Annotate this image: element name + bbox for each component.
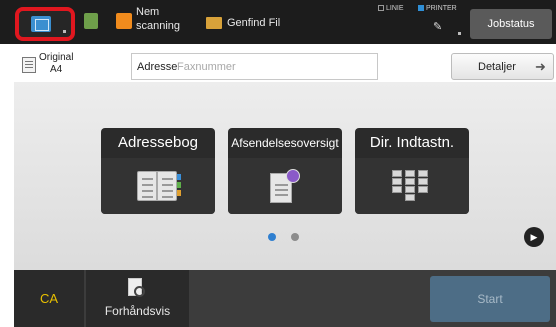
status-dot-icon [458, 32, 461, 35]
details-button[interactable]: Detaljer ➜ [451, 53, 554, 80]
address-label: Adresse [137, 61, 178, 73]
original-document-icon[interactable] [22, 57, 36, 73]
easy-scan-shortcut[interactable]: Nem scanning [136, 5, 196, 33]
home-dot-icon [63, 30, 66, 33]
arrow-right-icon: ➜ [535, 59, 546, 74]
address-book-tile[interactable]: Adressebog [101, 128, 215, 214]
send-history-tile[interactable]: Afsendelsesoversigt [228, 128, 342, 214]
address-book-icon [137, 171, 181, 201]
original-label[interactable]: Original [39, 52, 73, 64]
tile-title: Adressebog [117, 134, 199, 151]
address-field[interactable]: Adresse [131, 53, 378, 80]
scan-label-line1: Nem [136, 6, 160, 18]
home-button[interactable] [15, 7, 75, 41]
line-status-icon [378, 5, 384, 11]
direct-entry-tile[interactable]: Dir. Indtastn. [355, 128, 469, 214]
fax-number-input[interactable] [177, 57, 372, 77]
tile-title: Dir. Indtastn. [369, 134, 455, 151]
tile-icon-area [228, 158, 342, 214]
file-retrieve-shortcut[interactable]: Genfind Fil [227, 17, 280, 29]
scan-label-line2: scanning [136, 20, 181, 32]
preview-label: Forhåndsvis [104, 304, 171, 318]
preview-button[interactable]: Forhåndsvis [86, 270, 189, 327]
send-history-icon [270, 169, 300, 203]
tile-title: Afsendelsesoversigt [231, 136, 339, 150]
line-status-label: LINIE [386, 5, 404, 12]
home-grid-icon [31, 16, 51, 32]
start-button[interactable]: Start [430, 276, 550, 322]
pen-icon: ✎ [433, 21, 443, 33]
details-label: Detaljer [478, 61, 516, 73]
job-status-button[interactable]: Jobstatus [470, 9, 552, 39]
folder-icon[interactable] [206, 17, 222, 29]
original-size[interactable]: A4 [50, 64, 62, 75]
next-page-button[interactable]: ▶ [524, 227, 544, 247]
printer-status: PRINTER [418, 5, 457, 12]
scan-icon[interactable] [116, 13, 132, 29]
printer-status-icon [418, 5, 424, 11]
clear-all-button[interactable]: CA [14, 270, 84, 327]
printer-status-label: PRINTER [426, 5, 457, 12]
tile-icon-area [101, 158, 215, 214]
keypad-icon [392, 170, 432, 202]
page-indicator-active[interactable] [268, 233, 276, 241]
line-status: LINIE [378, 5, 404, 12]
easy-mode-icon[interactable] [84, 13, 98, 29]
page-indicator[interactable] [291, 233, 299, 241]
preview-magnifier-icon [128, 278, 145, 297]
tile-icon-area [355, 158, 469, 214]
